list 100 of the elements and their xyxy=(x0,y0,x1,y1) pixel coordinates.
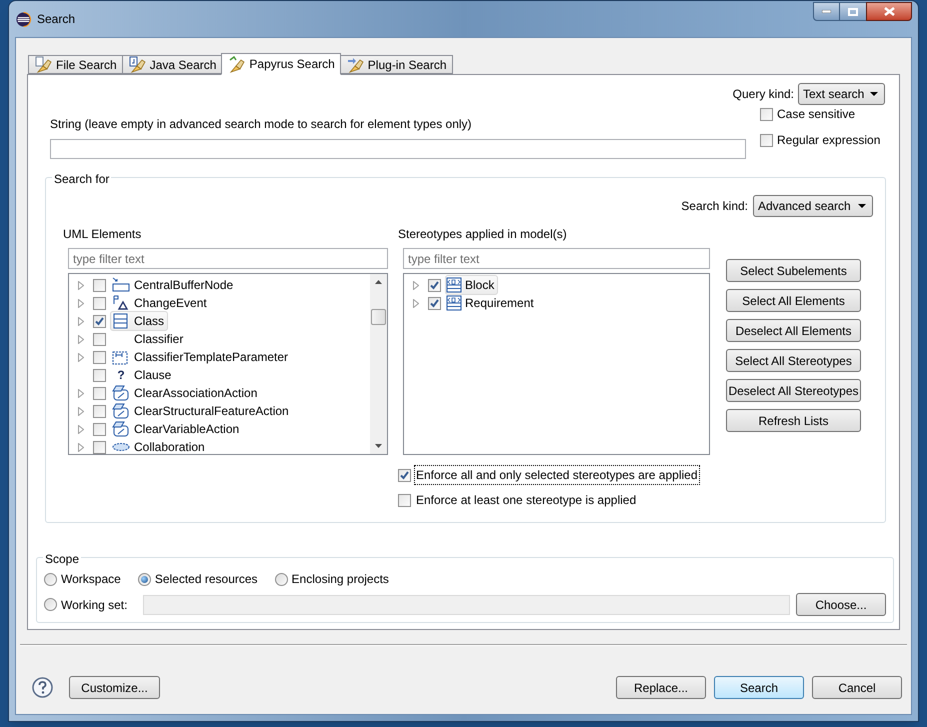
tree-item-label: Clause xyxy=(134,367,172,384)
button[interactable]: Choose... xyxy=(796,593,886,616)
tree-item-label: ClassifierTemplateParameter xyxy=(134,349,288,366)
radio-label[interactable]: Selected resources xyxy=(154,570,258,588)
tree-item[interactable]: Class xyxy=(110,311,168,331)
tree-item[interactable]: Collaboration xyxy=(110,437,209,457)
button[interactable]: Customize... xyxy=(69,676,160,699)
help-icon xyxy=(32,677,53,698)
radio-button[interactable] xyxy=(44,598,57,611)
checkbox[interactable] xyxy=(93,386,106,400)
buffer-node-icon xyxy=(111,277,131,293)
check-icon xyxy=(400,470,409,480)
radio-button[interactable] xyxy=(274,572,288,586)
tree-item-label: Requirement xyxy=(465,295,534,312)
scroll-thumb[interactable] xyxy=(371,309,386,325)
checkbox[interactable] xyxy=(93,440,106,454)
checkbox-label[interactable]: Case sensitive xyxy=(777,105,856,123)
button[interactable]: Deselect All Stereotypes xyxy=(726,379,861,402)
button[interactable]: Select All Elements xyxy=(726,289,861,312)
tree-item[interactable]: ClearVariableAction xyxy=(110,419,244,439)
app-icon xyxy=(16,12,31,26)
checkbox-label[interactable]: Regular expression xyxy=(777,131,880,149)
filter-field[interactable]: type filter text xyxy=(68,248,388,269)
tree-item-label: Collaboration xyxy=(134,439,205,456)
button[interactable]: Replace... xyxy=(616,676,706,699)
button[interactable]: Search xyxy=(714,676,804,699)
action-icon xyxy=(111,403,131,419)
scrollbar[interactable] xyxy=(370,274,387,454)
button[interactable]: Select Subelements xyxy=(726,259,861,282)
checkbox[interactable] xyxy=(93,368,106,382)
checkbox[interactable] xyxy=(93,296,106,310)
tree-item[interactable]: ? Clause xyxy=(110,365,176,385)
tree-item[interactable]: ClassifierTemplateParameter xyxy=(110,347,292,367)
radio-label[interactable]: Working set: xyxy=(61,596,128,614)
tree-item-label: ClearAssociationAction xyxy=(134,385,258,402)
radio-label[interactable]: Workspace xyxy=(61,570,121,588)
maximize-icon xyxy=(848,8,858,16)
minimize-icon xyxy=(822,10,831,13)
stereotype-icon xyxy=(446,277,462,293)
tree-item-label: CentralBufferNode xyxy=(134,277,234,294)
tab-label: Java Search xyxy=(150,56,216,74)
string-field[interactable] xyxy=(50,139,746,159)
tab[interactable]: Papyrus Search xyxy=(221,53,341,75)
checkbox[interactable] xyxy=(93,332,106,346)
caret-icon xyxy=(870,92,878,96)
checkbox[interactable] xyxy=(398,468,411,482)
dropdown[interactable]: Text search xyxy=(798,83,885,105)
radio-button[interactable] xyxy=(44,572,57,586)
checkbox[interactable] xyxy=(760,134,773,146)
event-icon xyxy=(111,295,131,311)
button[interactable]: Select All Stereotypes xyxy=(726,349,861,372)
button[interactable]: Refresh Lists xyxy=(726,409,861,432)
tree-item[interactable]: Requirement xyxy=(445,293,538,313)
working-set-field[interactable] xyxy=(143,594,790,614)
tab[interactable]: Plug-in Search xyxy=(340,55,453,74)
checkbox[interactable] xyxy=(93,314,106,328)
button[interactable]: Cancel xyxy=(812,676,902,699)
checkbox[interactable] xyxy=(428,278,441,292)
tab-label: Plug-in Search xyxy=(368,56,447,74)
maximize-button[interactable] xyxy=(840,2,866,21)
tree-item[interactable]: Block xyxy=(445,275,498,295)
tab[interactable]: Java Search xyxy=(122,55,222,74)
tree-item-label: ChangeEvent xyxy=(134,295,207,312)
button[interactable]: Deselect All Elements xyxy=(726,319,861,342)
checkbox-label[interactable]: Enforce all and only selected stereotypes are applied xyxy=(414,465,700,485)
field-label: String (leave empty in advanced search mode to search for element types only) xyxy=(50,116,473,133)
checkbox[interactable] xyxy=(93,350,106,364)
tree-item[interactable]: Classifier xyxy=(110,329,188,349)
checkbox[interactable] xyxy=(93,404,106,418)
action-icon xyxy=(111,421,131,437)
checkbox-label[interactable]: Enforce at least one stereotype is applied xyxy=(414,490,638,510)
section-label: Stereotypes applied in model(s) xyxy=(398,226,568,243)
checkbox[interactable] xyxy=(428,296,441,310)
tree-item[interactable]: ClearStructuralFeatureAction xyxy=(110,401,293,421)
tree-item[interactable]: ClearAssociationAction xyxy=(110,383,262,403)
action-icon xyxy=(111,385,131,401)
field-label: Query kind: xyxy=(732,86,794,103)
radio-label[interactable]: Enclosing projects xyxy=(292,570,389,588)
search-tool-icon xyxy=(227,56,246,72)
minimize-button[interactable] xyxy=(813,2,840,21)
check-icon xyxy=(95,316,104,326)
close-button[interactable] xyxy=(866,2,912,21)
stereotype-icon xyxy=(446,295,462,311)
filter-field[interactable]: type filter text xyxy=(403,248,710,269)
question-icon: ? xyxy=(111,366,131,384)
checkbox[interactable] xyxy=(398,494,411,506)
scroll-up-icon xyxy=(375,280,382,284)
field-label: Search kind: xyxy=(681,198,748,215)
radio-button[interactable] xyxy=(138,572,151,586)
tree-item[interactable]: ChangeEvent xyxy=(110,293,211,313)
tree-item[interactable]: CentralBufferNode xyxy=(110,275,238,295)
tab[interactable]: File Search xyxy=(28,55,123,74)
dropdown-value: Text search xyxy=(803,86,864,103)
caret-icon xyxy=(858,204,866,208)
checkbox[interactable] xyxy=(93,422,106,436)
checkbox[interactable] xyxy=(760,108,773,120)
dropdown[interactable]: Advanced search xyxy=(753,195,873,217)
checkbox[interactable] xyxy=(93,278,106,292)
tree-item-label: Class xyxy=(134,313,164,330)
window-title: Search xyxy=(37,11,76,28)
